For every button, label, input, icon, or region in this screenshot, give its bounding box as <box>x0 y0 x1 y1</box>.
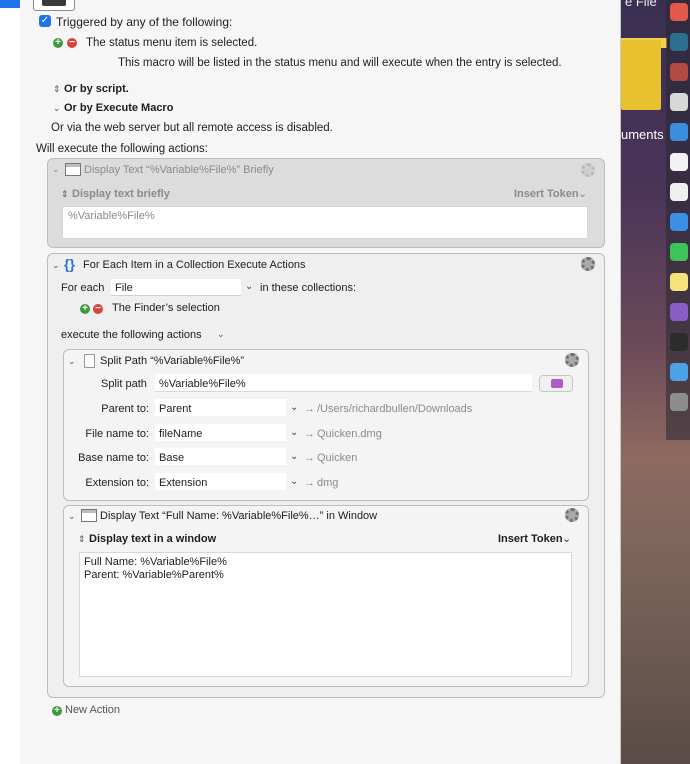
new-action-button[interactable]: New Action <box>65 704 120 716</box>
will-execute-label: Will execute the following actions: <box>36 143 208 155</box>
variable-name-value: File <box>115 282 133 294</box>
base-name-label: Base name to: <box>78 452 149 464</box>
chevron-updown-icon[interactable]: ⇕ <box>53 84 61 95</box>
web-server-note: Or via the web server but all remote acc… <box>51 122 333 134</box>
insert-token-button[interactable]: Insert Token <box>498 533 563 545</box>
gear-icon[interactable] <box>565 508 579 522</box>
execute-actions-label: execute the following actions <box>61 329 202 341</box>
app-icon[interactable] <box>670 3 688 21</box>
gear-icon[interactable] <box>565 353 579 367</box>
notes-icon[interactable] <box>670 273 688 291</box>
chevron-down-icon[interactable]: ⌄ <box>245 281 253 292</box>
app-icon[interactable] <box>670 303 688 321</box>
settings-icon[interactable] <box>670 393 688 411</box>
collection-item[interactable]: The Finder’s selection <box>112 302 220 314</box>
window-icon <box>65 163 81 176</box>
extension-result: dmg <box>317 477 339 489</box>
file-name-result: Quicken.dmg <box>317 428 382 440</box>
triggered-label: Triggered by any of the following: <box>56 15 233 29</box>
chevron-down-icon[interactable]: ⌄ <box>52 164 60 175</box>
add-trigger-icon[interactable]: + <box>53 38 63 48</box>
triggered-checkbox[interactable]: ✓ <box>39 15 51 27</box>
chevron-down-icon[interactable]: ⌄ <box>53 103 61 114</box>
window-text-line-2: Parent: %Variable%Parent% <box>84 569 224 581</box>
chevron-down-icon[interactable]: ⌄ <box>68 511 76 522</box>
for-each-label: For each <box>61 282 105 294</box>
sidebar-edge <box>0 0 21 764</box>
action-title: For Each Item in a Collection Execute Ac… <box>83 259 306 271</box>
file-name-value: fileName <box>159 428 203 440</box>
safari-icon[interactable] <box>670 363 688 381</box>
base-name-value: Base <box>159 452 185 464</box>
split-path-value: %Variable%File% <box>159 378 246 390</box>
braces-icon: {} <box>64 256 75 272</box>
extension-value: Extension <box>159 477 208 489</box>
sidebar-selection-highlight <box>0 0 20 8</box>
messages-icon[interactable] <box>670 243 688 261</box>
remove-trigger-icon[interactable]: − <box>67 38 77 48</box>
folder-icon <box>551 379 563 388</box>
action-title: Split Path “%Variable%File%” <box>100 355 245 367</box>
base-name-result: Quicken <box>317 452 358 464</box>
display-mode-popup[interactable]: Display text in a window <box>89 533 216 545</box>
display-text-value: %Variable%File% <box>68 210 155 222</box>
chevron-down-icon[interactable]: ⌄ <box>290 451 298 462</box>
chevron-down-icon[interactable]: ⌄ <box>52 260 60 271</box>
app-icon[interactable] <box>670 153 688 171</box>
window-text-line-1: Full Name: %Variable%File% <box>84 556 227 568</box>
file-name-label: File name to: <box>85 428 149 440</box>
action-title: Display Text “Full Name: %Variable%File%… <box>100 510 378 522</box>
or-by-execute-macro[interactable]: Or by Execute Macro <box>64 102 173 114</box>
dictionary-icon[interactable] <box>670 63 688 81</box>
desktop-file-label: e File <box>625 0 657 9</box>
arrow-icon: → <box>304 477 315 489</box>
status-trigger-note: This macro will be listed in the status … <box>118 57 562 69</box>
gear-icon[interactable] <box>581 163 595 177</box>
folder-button[interactable] <box>539 375 573 392</box>
chevron-down-icon[interactable]: ⌄ <box>68 356 76 367</box>
parent-value: Parent <box>159 403 192 415</box>
chevron-down-icon[interactable]: ⌄ <box>217 329 225 340</box>
chevron-down-icon: ⌄ <box>578 188 588 200</box>
arrow-icon: → <box>304 403 315 415</box>
extension-label: Extension to: <box>85 477 149 489</box>
split-path-label: Split path <box>101 378 147 390</box>
add-collection-icon[interactable]: + <box>80 304 90 314</box>
status-trigger-label: The status menu item is selected. <box>86 37 258 49</box>
chevron-down-icon: ⌄ <box>562 533 572 545</box>
display-mode-popup[interactable]: Display text briefly <box>72 188 170 200</box>
gear-icon[interactable] <box>581 257 595 271</box>
window-icon <box>81 509 97 522</box>
in-collections-label: in these collections: <box>260 282 356 294</box>
insert-token-button[interactable]: Insert Token <box>514 188 579 200</box>
app-icon[interactable] <box>670 183 688 201</box>
desktop-documents-label: uments <box>621 127 664 142</box>
chevron-down-icon[interactable]: ⌄ <box>290 427 298 438</box>
or-by-script[interactable]: Or by script. <box>64 83 129 95</box>
app-icon[interactable] <box>670 33 688 51</box>
app-icon[interactable] <box>670 333 688 351</box>
document-icon <box>84 354 95 368</box>
parent-result: /Users/richardbullen/Downloads <box>317 403 473 415</box>
mail-icon[interactable] <box>670 213 688 231</box>
chevron-down-icon[interactable]: ⌄ <box>290 402 298 413</box>
chevron-down-icon[interactable]: ⌄ <box>290 476 298 487</box>
chevron-updown-icon[interactable]: ⇕ <box>61 189 69 200</box>
arrow-icon: → <box>304 452 315 464</box>
parent-label: Parent to: <box>101 403 149 415</box>
action-title: Display Text “%Variable%File%” Briefly <box>84 164 274 176</box>
remove-collection-icon[interactable]: − <box>93 304 103 314</box>
folder-icon[interactable] <box>621 40 661 110</box>
macro-icon-thumbnail[interactable] <box>33 0 75 11</box>
add-action-icon[interactable]: + <box>52 706 62 716</box>
chevron-updown-icon[interactable]: ⇕ <box>78 534 86 545</box>
arrow-icon: → <box>304 428 315 440</box>
finder-icon[interactable] <box>670 123 688 141</box>
app-icon[interactable] <box>670 93 688 111</box>
